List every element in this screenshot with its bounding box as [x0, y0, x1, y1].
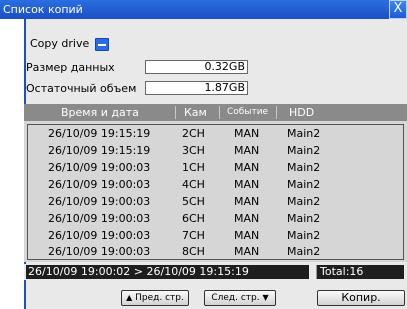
- status-bar: 26/10/09 19:00:02 > 26/10/09 19:15:19 To…: [24, 264, 407, 280]
- row-event: MAN: [234, 212, 260, 225]
- table-row[interactable]: 26/10/09 19:00:03 8CH MAN Main2: [28, 243, 403, 260]
- col-separator: [276, 106, 277, 119]
- list-rows: 26/10/09 19:15:19 2CH MAN Main2 26/10/09…: [27, 124, 404, 260]
- row-event: MAN: [234, 245, 260, 258]
- remaining-label: Остаточный объем: [26, 82, 137, 95]
- list-header: Время и дата Кам Событие HDD: [24, 104, 407, 121]
- copy-list: Время и дата Кам Событие HDD 26/10/09 19…: [24, 104, 407, 262]
- col-separator: [175, 106, 176, 119]
- arrow-up-icon: ▲: [126, 293, 133, 302]
- col-datetime: Время и дата: [61, 106, 139, 119]
- close-icon: X: [393, 1, 403, 16]
- arrow-down-icon: ▼: [262, 293, 269, 302]
- row-hdd: Main2: [287, 161, 321, 174]
- row-cam: 8CH: [182, 245, 205, 258]
- row-datetime: 26/10/09 19:00:03: [48, 161, 151, 174]
- row-cam: 4CH: [182, 178, 205, 191]
- row-cam: 2CH: [182, 127, 205, 140]
- copy-label: Копир.: [341, 291, 381, 304]
- row-datetime: 26/10/09 19:00:03: [48, 178, 151, 191]
- window-title: Список копий: [3, 3, 83, 16]
- prev-page-button[interactable]: ▲ Пред. стр.: [121, 290, 189, 306]
- row-hdd: Main2: [287, 178, 321, 191]
- row-hdd: Main2: [287, 144, 321, 157]
- data-size-value: 0.32GB: [145, 60, 248, 74]
- data-size-label: Размер данных: [26, 61, 115, 74]
- table-row[interactable]: 26/10/09 19:00:03 5CH MAN Main2: [28, 193, 403, 210]
- copy-drive-label: Copy drive: [30, 37, 90, 50]
- title-bar: Список копий X: [0, 0, 407, 19]
- row-cam: 7CH: [182, 229, 205, 242]
- row-datetime: 26/10/09 19:00:03: [48, 245, 151, 258]
- time-range: 26/10/09 19:00:02 > 26/10/09 19:15:19: [26, 265, 309, 279]
- row-event: MAN: [234, 127, 260, 140]
- col-event: Событие: [227, 107, 269, 117]
- copy-button[interactable]: Копир.: [317, 290, 405, 306]
- row-hdd: Main2: [287, 127, 321, 140]
- table-row[interactable]: 26/10/09 19:00:03 7CH MAN Main2: [28, 227, 403, 244]
- row-event: MAN: [234, 229, 260, 242]
- close-button[interactable]: X: [389, 0, 407, 19]
- next-page-button[interactable]: След. стр. ▼: [204, 290, 276, 306]
- row-hdd: Main2: [287, 195, 321, 208]
- row-event: MAN: [234, 144, 260, 157]
- row-cam: 6CH: [182, 212, 205, 225]
- copy-list-window: Список копий X Copy drive Размер данных …: [0, 0, 407, 309]
- row-cam: 1CH: [182, 161, 205, 174]
- row-datetime: 26/10/09 19:15:19: [48, 127, 151, 140]
- row-datetime: 26/10/09 19:00:03: [48, 195, 151, 208]
- next-page-label: След. стр.: [211, 293, 260, 303]
- prev-page-label: Пред. стр.: [135, 293, 184, 303]
- row-event: MAN: [234, 178, 260, 191]
- col-cam: Кам: [184, 106, 207, 119]
- row-cam: 5CH: [182, 195, 205, 208]
- remaining-value: 1.87GB: [145, 81, 248, 95]
- row-hdd: Main2: [287, 245, 321, 258]
- row-event: MAN: [234, 195, 260, 208]
- col-separator: [219, 106, 220, 119]
- table-row[interactable]: 26/10/09 19:00:03 6CH MAN Main2: [28, 210, 403, 227]
- total-count: Total:16: [316, 265, 404, 279]
- table-row[interactable]: 26/10/09 19:15:19 3CH MAN Main2: [28, 142, 403, 159]
- row-cam: 3CH: [182, 144, 205, 157]
- row-event: MAN: [234, 161, 260, 174]
- table-row[interactable]: 26/10/09 19:15:19 2CH MAN Main2: [28, 125, 403, 142]
- col-hdd: HDD: [289, 106, 315, 119]
- drive-icon[interactable]: [95, 38, 109, 51]
- table-row[interactable]: 26/10/09 19:00:03 1CH MAN Main2: [28, 159, 403, 176]
- row-datetime: 26/10/09 19:00:03: [48, 212, 151, 225]
- row-hdd: Main2: [287, 212, 321, 225]
- row-datetime: 26/10/09 19:00:03: [48, 229, 151, 242]
- row-hdd: Main2: [287, 229, 321, 242]
- table-row[interactable]: 26/10/09 19:00:03 4CH MAN Main2: [28, 176, 403, 193]
- row-datetime: 26/10/09 19:15:19: [48, 144, 151, 157]
